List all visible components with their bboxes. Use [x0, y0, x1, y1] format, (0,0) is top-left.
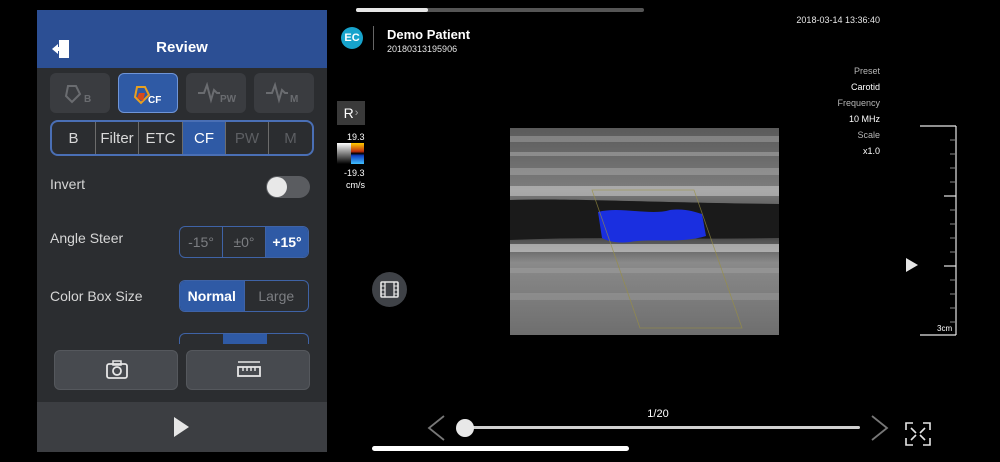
angle-steer-label: Angle Steer — [50, 230, 124, 246]
tool-area — [37, 344, 327, 404]
frame-slider-thumb[interactable] — [456, 419, 474, 437]
color-box-size-option-large[interactable]: Large — [245, 281, 309, 311]
svg-text:M: M — [290, 94, 298, 104]
angle-steer-option-0[interactable]: ±0° — [223, 227, 266, 257]
play-bar — [37, 402, 327, 452]
invert-label: Invert — [50, 176, 86, 192]
orientation-label: R — [343, 105, 354, 121]
depth-ruler — [920, 125, 957, 336]
capture-button[interactable] — [54, 350, 178, 390]
tab-m: M — [284, 129, 297, 147]
camera-icon — [106, 360, 128, 379]
next-frame-icon[interactable] — [870, 414, 890, 442]
color-scale-bar — [337, 143, 364, 164]
angle-steer-option-minus15[interactable]: -15° — [180, 227, 223, 257]
pw-mode-icon: PW — [198, 82, 237, 104]
ultrasound-image[interactable] — [510, 128, 779, 335]
mode-tile-b[interactable]: B — [50, 73, 110, 113]
color-box-size-option-normal[interactable]: Normal — [180, 281, 245, 311]
tab-filter[interactable]: Filter — [96, 122, 139, 154]
color-box-size-control: Normal Large — [179, 280, 309, 312]
color-scale-max: 19.3 — [347, 132, 365, 142]
preset-label: Preset — [853, 66, 880, 76]
angle-steer-option-plus15[interactable]: +15° — [266, 227, 308, 257]
loading-progress-fill — [356, 8, 428, 12]
scan-info: Preset Carotid Frequency 10 MHz Scale x1… — [780, 63, 880, 159]
m-mode-icon: M — [266, 82, 298, 104]
fullscreen-icon[interactable] — [905, 422, 931, 446]
tab-b[interactable]: B — [52, 122, 96, 154]
cine-button[interactable] — [372, 272, 407, 307]
patient-id: 20180313195906 — [387, 44, 458, 54]
mode-segment-control: B Filter ETC CF PW M — [50, 120, 314, 156]
tab-cf[interactable]: CF — [183, 122, 226, 154]
play-icon[interactable] — [174, 417, 189, 437]
b-mode-icon: B — [64, 85, 91, 104]
angle-steer-control: -15° ±0° +15° — [179, 226, 309, 258]
mode-tile-m[interactable]: M — [254, 73, 314, 113]
panel-header: Review — [37, 10, 327, 68]
ruler-icon — [237, 361, 261, 377]
app-logo: EC — [341, 27, 363, 49]
invert-toggle[interactable] — [266, 176, 310, 198]
frequency-label: Frequency — [837, 98, 880, 108]
tab-pw: PW — [226, 122, 269, 154]
panel-title: Review — [156, 39, 208, 56]
frame-counter: 1/20 — [647, 408, 669, 420]
focus-marker-icon[interactable] — [906, 258, 918, 272]
color-scale-unit: cm/s — [346, 180, 365, 190]
svg-text:B: B — [84, 94, 91, 104]
velocity-color-bar — [351, 143, 364, 164]
header-divider — [373, 26, 374, 50]
mode-tile-cf[interactable]: CF — [118, 73, 178, 113]
depth-label: 3cm — [937, 324, 953, 333]
measure-button[interactable] — [186, 350, 310, 390]
film-icon — [380, 281, 399, 298]
cf-mode-icon: CF — [133, 86, 161, 105]
tab-etc[interactable]: ETC — [139, 122, 183, 154]
home-indicator[interactable] — [372, 446, 629, 451]
orientation-marker: R › — [337, 101, 365, 125]
preset-value: Carotid — [850, 82, 880, 92]
exam-datetime: 2018-03-14 13:36:40 — [796, 15, 880, 25]
scale-value: x1.0 — [862, 146, 880, 156]
chevron-right-icon: › — [354, 107, 359, 119]
control-panel: Review B CF PW M B Filter ETC CF PW M In… — [37, 10, 327, 452]
loading-progress-bar — [356, 8, 644, 12]
frequency-value: 10 MHz — [848, 114, 880, 124]
patient-name: Demo Patient — [387, 27, 471, 42]
svg-text:CF: CF — [148, 95, 161, 105]
svg-text:PW: PW — [220, 94, 237, 104]
color-box-size-label: Color Box Size — [50, 288, 143, 304]
color-scale-min: -19.3 — [344, 168, 365, 178]
frame-slider-track[interactable] — [460, 426, 860, 429]
invert-toggle-knob — [267, 177, 287, 197]
grayscale-bar — [337, 143, 351, 164]
mode-tile-pw[interactable]: PW — [186, 73, 246, 113]
scale-label: Scale — [857, 130, 880, 140]
previous-frame-icon[interactable] — [426, 414, 446, 442]
